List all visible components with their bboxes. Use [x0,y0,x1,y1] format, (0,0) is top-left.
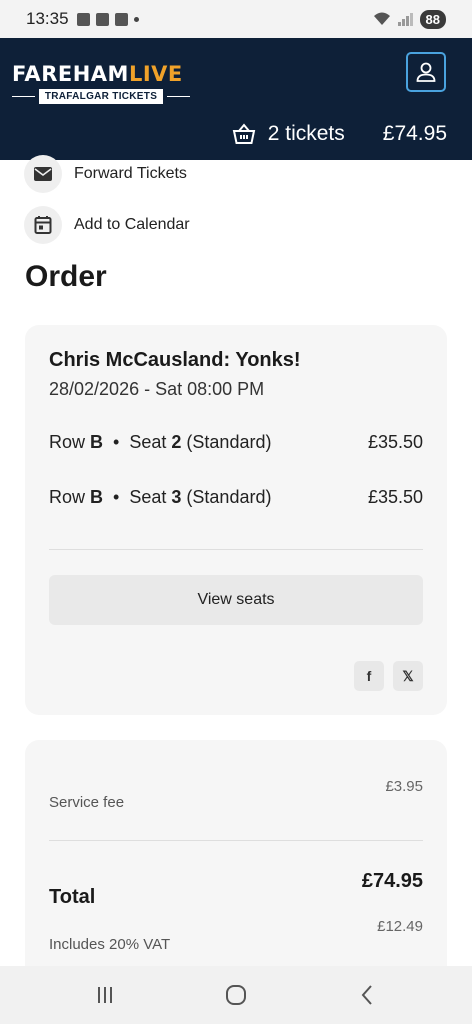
status-time: 13:35 [26,9,69,28]
recent-apps-button[interactable] [85,975,125,1015]
home-icon [225,985,246,1005]
notification-icons [76,12,139,26]
recent-apps-icon [98,987,113,1003]
status-bar: 13:35 88 [0,0,472,38]
service-fee-label: Service fee [49,794,125,811]
service-fee-value: £3.95 [385,778,423,795]
order-heading: Order [25,260,107,293]
notification-icon [114,12,128,26]
mail-icon [34,167,52,181]
vat-label: Includes 20% VAT [49,936,171,953]
x-share-button[interactable]: 𝕏 [393,661,423,691]
divider [49,549,423,550]
more-notifications-icon [133,16,139,22]
facebook-icon: f [366,668,372,684]
fareham-live-logo[interactable]: FAREHAMLIVE TRAFALGAR TICKETS [12,62,191,104]
order-summary-card: Service fee £3.95 Total £74.95 Includes … [25,740,447,980]
total-label: Total [49,886,96,908]
add-to-calendar-action[interactable]: Add to Calendar [24,206,190,244]
forward-tickets-label: Forward Tickets [74,165,187,182]
user-icon [416,62,436,82]
home-button[interactable] [216,975,256,1015]
add-to-calendar-label: Add to Calendar [74,216,190,233]
signal-icon [397,13,413,26]
system-nav-bar [0,966,472,1024]
forward-tickets-action[interactable]: Forward Tickets [24,155,187,193]
basket-summary[interactable]: 2 tickets £74.95 [232,122,447,146]
view-seats-button[interactable]: View seats [49,575,423,625]
wifi-icon [373,12,390,25]
logo-subtitle: TRAFALGAR TICKETS [38,89,164,104]
notification-icon [76,12,90,26]
ticket-price: £35.50 [367,432,423,452]
event-title: Chris McCausland: Yonks! [49,349,301,371]
event-date: 28/02/2026 - Sat 08:00 PM [49,379,265,399]
ticket-row: Row B • Seat 3 (Standard) £35.50 [49,487,423,507]
facebook-share-button[interactable]: f [354,661,384,691]
calendar-icon [34,216,52,234]
x-icon: 𝕏 [402,667,414,684]
divider [49,840,423,841]
account-button[interactable] [406,52,446,92]
total-value: £74.95 [361,870,423,892]
event-card: Chris McCausland: Yonks! 28/02/2026 - Sa… [25,325,447,715]
ticket-row: Row B • Seat 2 (Standard) £35.50 [49,432,423,452]
notification-icon [95,12,109,26]
back-button[interactable] [347,975,387,1015]
ticket-price: £35.50 [367,487,423,507]
battery-indicator: 88 [419,9,446,29]
logo-wordmark: FAREHAMLIVE [12,62,183,86]
back-icon [361,985,372,1005]
vat-value: £12.49 [377,918,423,935]
basket-icon [232,123,255,144]
site-header: FAREHAMLIVE TRAFALGAR TICKETS 2 tickets … [0,38,472,160]
basket-total: £74.95 [382,122,447,145]
basket-count: 2 tickets [267,122,345,145]
